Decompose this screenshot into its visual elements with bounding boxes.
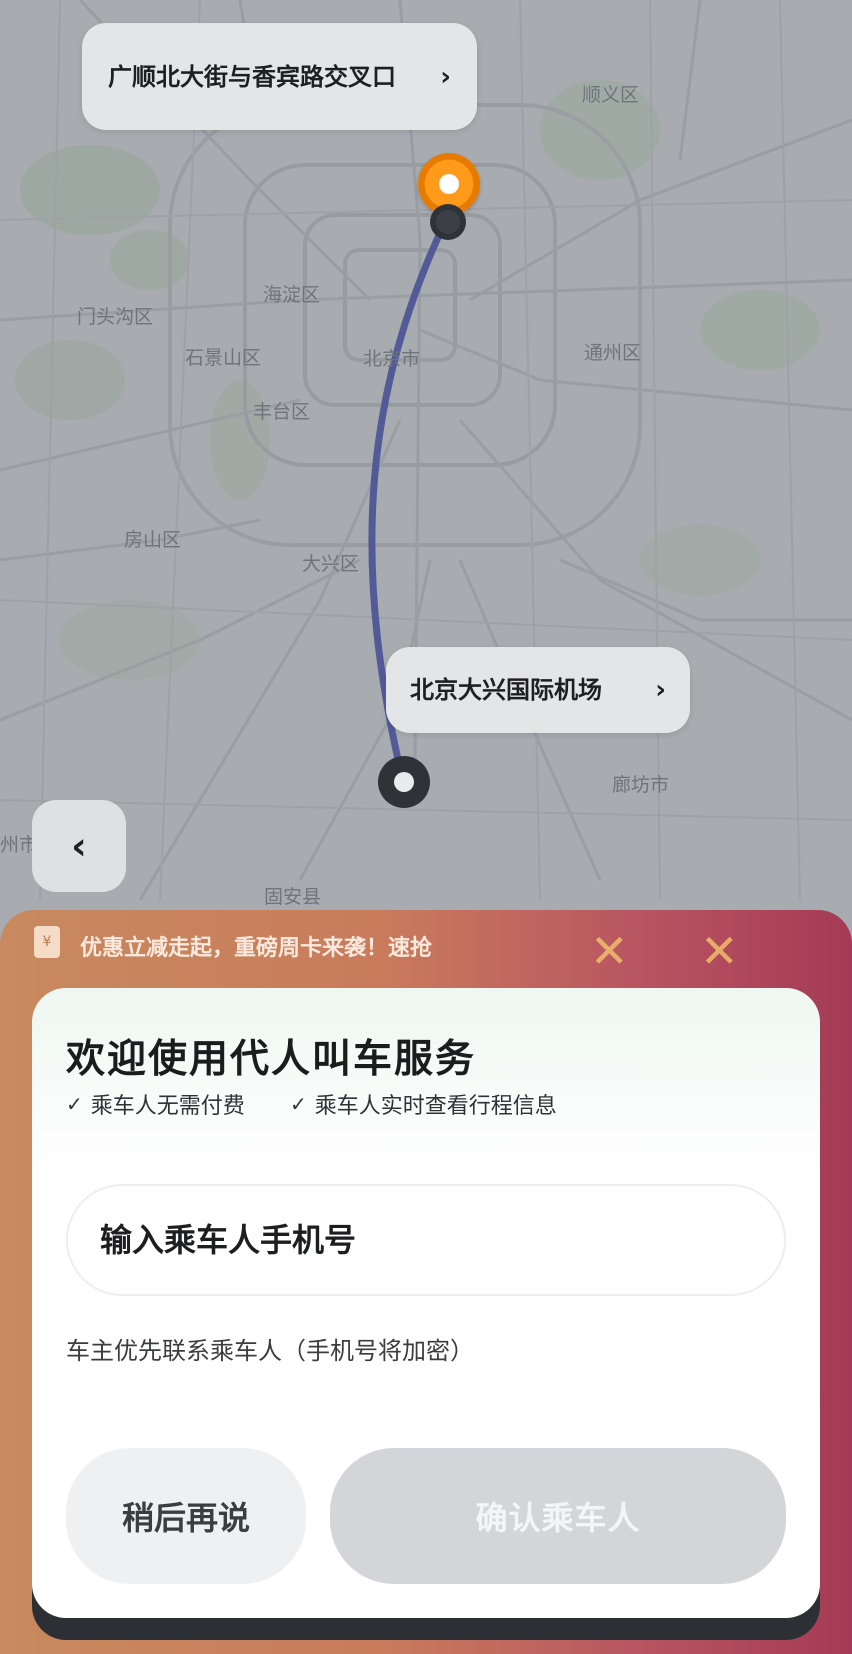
feature-item: ✓ 乘车人无需付费 [66,1088,245,1120]
feature-text: 乘车人实时查看行程信息 [314,1094,557,1119]
end-location-bubble[interactable]: 北京大兴国际机场 › [386,647,690,733]
promo-decoration: ✕ [700,924,739,978]
promo-decoration: ✕ [590,924,629,978]
chevron-left-icon: ‹ [71,824,87,868]
confirm-passenger-button[interactable]: 确认乘车人 [330,1448,786,1584]
end-location-label: 北京大兴国际机场 [410,676,602,704]
chevron-right-icon: › [440,61,451,92]
later-button[interactable]: 稍后再说 [66,1448,306,1584]
feature-item: ✓ 乘车人实时查看行程信息 [290,1088,557,1120]
proxy-call-dialog: 欢迎使用代人叫车服务 ✓ 乘车人无需付费 ✓ 乘车人实时查看行程信息 车主优先联… [32,988,820,1618]
back-button[interactable]: ‹ [32,800,126,892]
check-icon: ✓ [66,1092,83,1116]
destination-marker-icon [378,756,430,808]
check-icon: ✓ [290,1092,307,1116]
coupon-icon: ¥ [34,926,60,958]
start-location-bubble[interactable]: 广顺北大街与香宾路交叉口 › [82,23,477,130]
origin-dot-icon [430,204,466,240]
start-location-label: 广顺北大街与香宾路交叉口 [108,62,396,91]
passenger-phone-input[interactable] [66,1184,786,1296]
dialog-title: 欢迎使用代人叫车服务 [66,1037,477,1082]
promo-text: 优惠立减走起，重磅周卡来袭！速抢 [80,936,433,961]
phone-hint: 车主优先联系乘车人（手机号将加密） [66,1337,474,1365]
chevron-right-icon: › [655,675,666,705]
feature-text: 乘车人无需付费 [90,1094,245,1119]
